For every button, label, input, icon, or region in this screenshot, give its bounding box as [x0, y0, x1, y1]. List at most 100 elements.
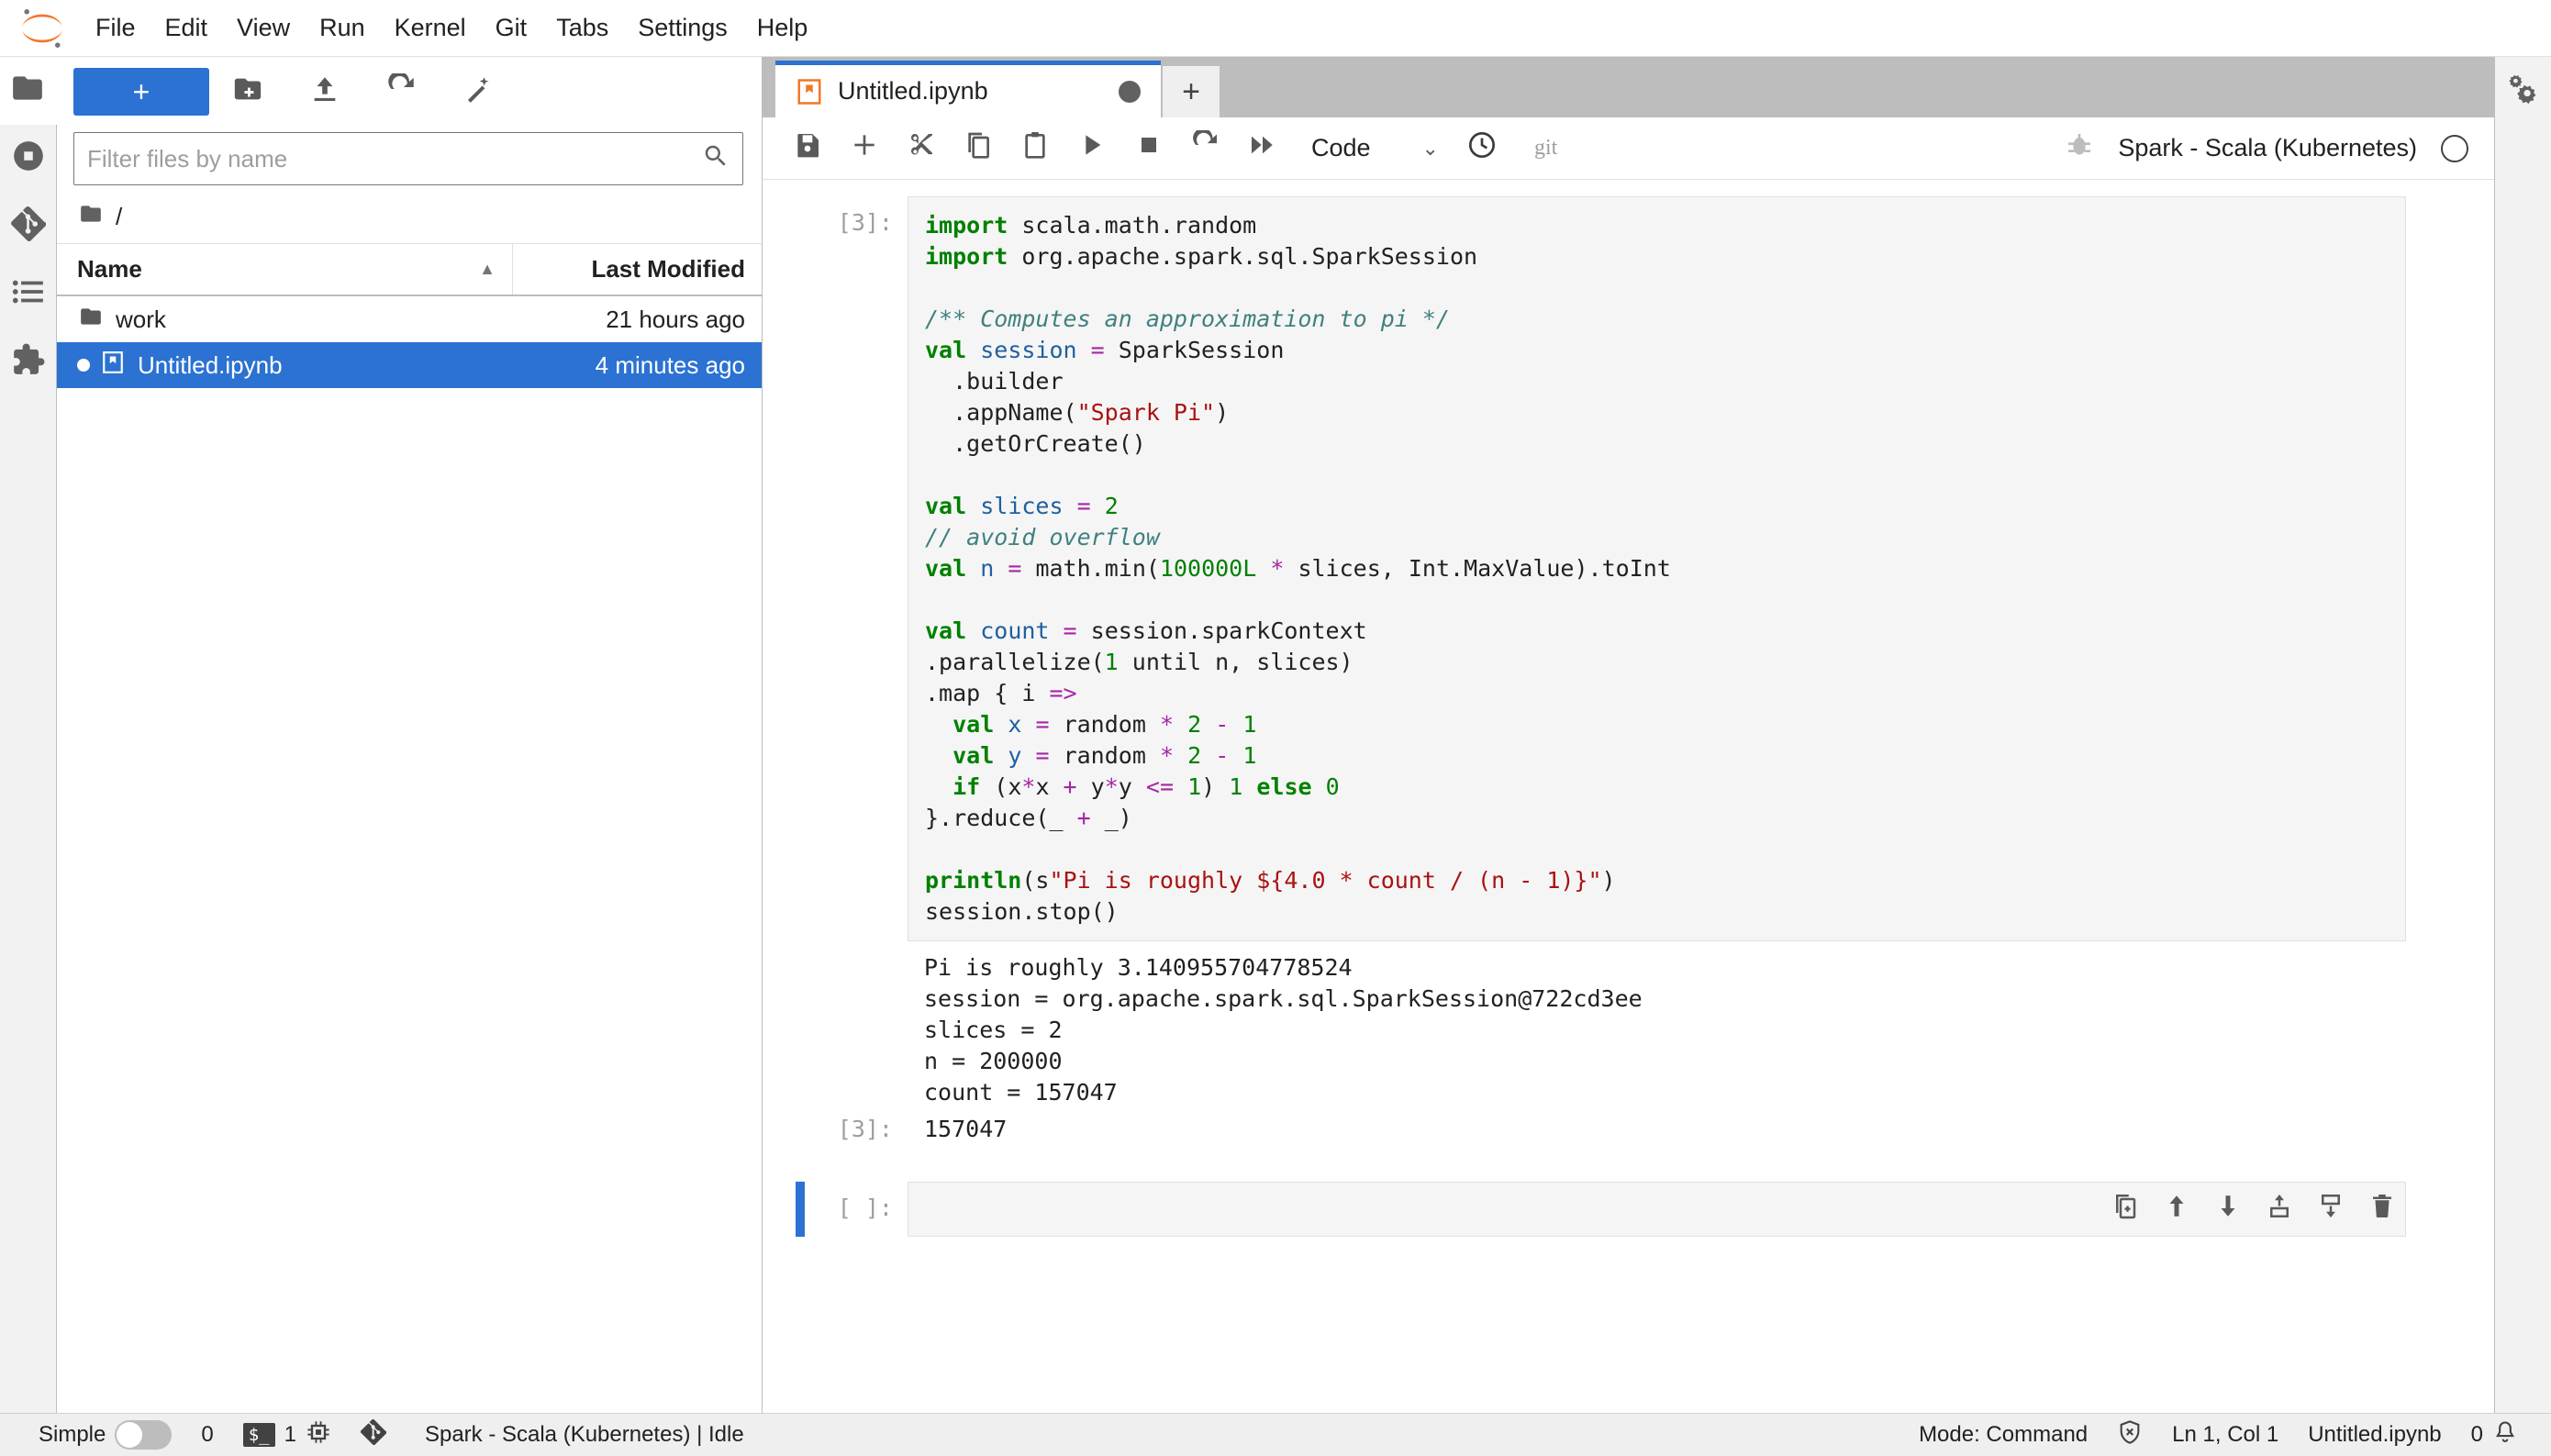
code-token: 2: [1104, 493, 1119, 519]
cell-result-row: [3]: 157047: [763, 1114, 2494, 1150]
new-folder-button[interactable]: [209, 66, 286, 117]
code-token: 1: [1242, 742, 1257, 769]
breadcrumb[interactable]: /: [57, 193, 762, 243]
file-item-label: work: [116, 305, 166, 333]
application-shell: + Filter files by name / Name ▲ Last Mod…: [0, 57, 2551, 1413]
status-bar-left: Simple 0 $_ 1 Spark - Scala (Kubernetes)…: [24, 1418, 759, 1451]
notebook-cell[interactable]: [3]: import scala.math.random import org…: [763, 196, 2494, 1114]
sidebar-item-running-sessions[interactable]: [0, 125, 57, 193]
stop-circle-icon: [11, 139, 46, 180]
code-token: // avoid overflow: [925, 524, 1160, 550]
cell-code-editor[interactable]: import scala.math.random import org.apac…: [908, 196, 2406, 941]
menu-item-kernel[interactable]: Kernel: [380, 7, 481, 48]
status-bar-right: Mode: Command Ln 1, Col 1 Untitled.ipynb…: [1904, 1419, 2533, 1451]
sidebar-item-extension-manager[interactable]: [0, 328, 57, 396]
file-list-header: Name ▲ Last Modified: [57, 243, 762, 296]
kernel-status-text[interactable]: Spark - Scala (Kubernetes) | Idle: [401, 1422, 759, 1448]
git-status-icon-button[interactable]: [346, 1418, 401, 1451]
menu-item-file[interactable]: File: [81, 7, 150, 48]
menu-item-run[interactable]: Run: [305, 7, 380, 48]
puzzle-icon: [11, 342, 46, 383]
column-header-name[interactable]: Name ▲: [57, 255, 512, 283]
code-token: val: [925, 493, 967, 519]
toggle-switch[interactable]: [115, 1420, 173, 1450]
search-icon: [702, 142, 730, 176]
notebook-cells-container[interactable]: [3]: import scala.math.random import org…: [763, 180, 2494, 1413]
code-token: 1: [1104, 649, 1119, 675]
wand-icon: [463, 73, 495, 111]
cell-body: import scala.math.random import org.apac…: [908, 196, 2494, 1114]
menu-item-view[interactable]: View: [222, 7, 305, 48]
save-button[interactable]: [779, 122, 836, 175]
insert-cell-below-button[interactable]: [2317, 1193, 2345, 1227]
copy-button[interactable]: [950, 122, 1007, 175]
duplicate-cell-button[interactable]: [2111, 1193, 2139, 1227]
cell-hover-toolbar: [2111, 1193, 2396, 1227]
sidebar-item-property-inspector[interactable]: [2495, 57, 2551, 125]
tab-bar: Untitled.ipynb +: [763, 57, 2494, 117]
cell-code-editor[interactable]: [908, 1182, 2406, 1237]
menu-item-git[interactable]: Git: [481, 7, 542, 48]
delete-cell-button[interactable]: [2368, 1193, 2396, 1227]
menu-item-tabs[interactable]: Tabs: [541, 7, 623, 48]
code-token: <=: [1145, 773, 1174, 800]
menu-item-settings[interactable]: Settings: [623, 7, 742, 48]
toggle-knob: [117, 1422, 143, 1448]
paste-button[interactable]: [1007, 122, 1064, 175]
bug-icon[interactable]: [2065, 130, 2094, 166]
execution-history-button[interactable]: [1454, 122, 1510, 175]
notebook-cell[interactable]: [ ]:: [763, 1182, 2494, 1237]
move-cell-down-button[interactable]: [2214, 1193, 2242, 1227]
insert-cell-button[interactable]: [836, 122, 893, 175]
simple-mode-toggle[interactable]: Simple: [24, 1420, 186, 1450]
new-from-path-button[interactable]: [440, 66, 518, 117]
tab-dirty-indicator[interactable]: [1119, 80, 1141, 103]
code-token: val: [925, 617, 967, 644]
file-list-item-untitled-ipynb[interactable]: Untitled.ipynb 4 minutes ago: [57, 342, 762, 388]
menu-item-edit[interactable]: Edit: [150, 7, 223, 48]
notebook-panel: Code ⌄ git Spark - Scala (Kubernetes) [3…: [763, 117, 2494, 1413]
tab-untitled-ipynb[interactable]: Untitled.ipynb: [775, 61, 1161, 117]
list-icon: [11, 274, 46, 316]
insert-cell-above-button[interactable]: [2266, 1193, 2293, 1227]
refresh-button[interactable]: [363, 66, 440, 117]
restart-run-all-button[interactable]: [1234, 122, 1291, 175]
sidebar-item-file-browser[interactable]: [0, 57, 57, 125]
file-filter-box[interactable]: [73, 132, 743, 185]
restart-kernel-button[interactable]: [1177, 122, 1234, 175]
kernel-name-label[interactable]: Spark - Scala (Kubernetes): [2118, 134, 2417, 162]
cell-result-prompt: [3]:: [837, 1116, 893, 1142]
menu-item-help[interactable]: Help: [742, 7, 823, 48]
notebook-trust-status[interactable]: [2102, 1419, 2157, 1451]
code-token: 100000L: [1159, 555, 1257, 582]
new-tab-button[interactable]: +: [1163, 66, 1220, 117]
upload-button[interactable]: [286, 66, 363, 117]
cut-button[interactable]: [893, 122, 950, 175]
status-bar: Simple 0 $_ 1 Spark - Scala (Kubernetes)…: [0, 1413, 2551, 1456]
git-toolbar-label[interactable]: git: [1534, 136, 1557, 161]
terminal-count: 1: [284, 1422, 296, 1447]
column-header-last-modified[interactable]: Last Modified: [512, 244, 762, 295]
folder-icon: [77, 305, 105, 335]
sidebar-item-table-of-contents[interactable]: [0, 261, 57, 328]
sidebar-item-git[interactable]: [0, 193, 57, 261]
code-token: =: [1008, 555, 1022, 582]
edit-mode-indicator[interactable]: Mode: Command: [1904, 1422, 2102, 1448]
stop-button[interactable]: [1120, 122, 1177, 175]
code-token: -: [1215, 711, 1230, 738]
run-button[interactable]: [1064, 122, 1120, 175]
cell-type-dropdown[interactable]: Code ⌄: [1311, 134, 1439, 162]
code-token: =: [1035, 742, 1050, 769]
new-launcher-button[interactable]: +: [73, 68, 209, 116]
notification-center[interactable]: 0: [2456, 1419, 2533, 1451]
folder-icon: [10, 71, 45, 112]
file-list-item-work[interactable]: work 21 hours ago: [57, 296, 762, 342]
shield-x-icon: [2117, 1419, 2143, 1451]
cursor-position-indicator[interactable]: Ln 1, Col 1: [2157, 1422, 2293, 1448]
code-token: =: [1063, 617, 1077, 644]
kernel-session-count[interactable]: 0: [186, 1422, 228, 1448]
filter-files-input[interactable]: [87, 144, 702, 173]
terminal-session-status[interactable]: $_ 1: [228, 1419, 346, 1451]
code-token: =>: [1049, 680, 1077, 706]
move-cell-up-button[interactable]: [2163, 1193, 2190, 1227]
